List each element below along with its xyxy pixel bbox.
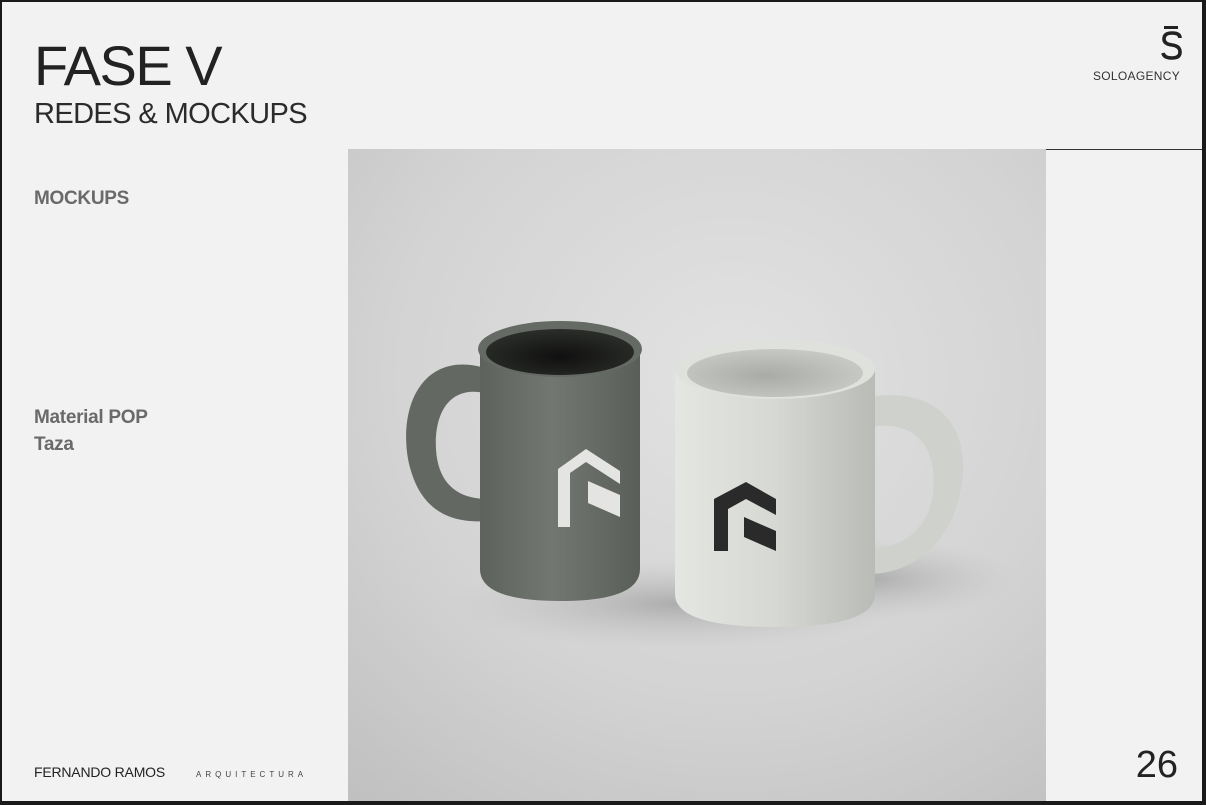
- description-line: Material POP: [34, 407, 148, 428]
- section-label: MOCKUPS: [34, 188, 130, 209]
- brand-name: SOLOAGENCY: [1092, 69, 1180, 83]
- description: Material POP Taza: [34, 404, 148, 458]
- solo-s-logo-icon: [1161, 26, 1182, 60]
- description-line: Taza: [34, 434, 74, 455]
- page-title: FASE V: [34, 34, 223, 97]
- page-number: 26: [1135, 744, 1178, 786]
- author-subtitle: ARQUITECTURA: [196, 770, 308, 779]
- slide: FASE V REDES & MOCKUPS SOLOAGENCY MOCKUP…: [2, 2, 1202, 801]
- page-subtitle: REDES & MOCKUPS: [34, 98, 308, 130]
- author-name: FERNANDO RAMOS: [34, 764, 165, 780]
- divider: [1046, 149, 1202, 150]
- mug-mockup-photo: [348, 149, 1046, 801]
